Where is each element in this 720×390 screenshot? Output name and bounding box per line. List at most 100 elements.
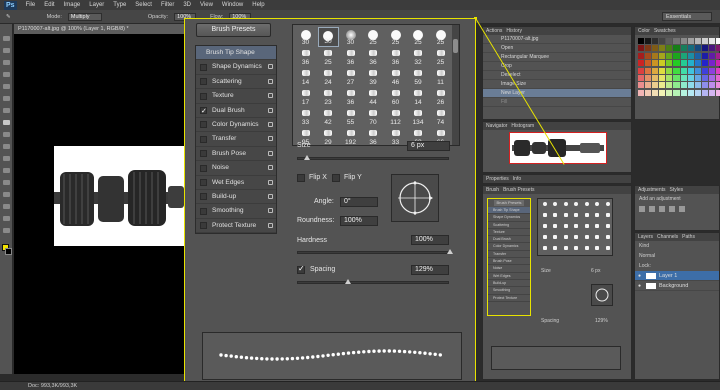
brush-tip[interactable]: 59 (408, 67, 429, 87)
color-swatch[interactable] (638, 89, 645, 96)
brush-tip[interactable]: 14 (295, 67, 316, 87)
brush-tip[interactable]: 33 (385, 127, 406, 145)
color-swatch[interactable] (708, 45, 715, 52)
tab-histogram[interactable]: Histogram (511, 122, 534, 130)
layer-blend-mode[interactable]: Normal (635, 251, 719, 261)
color-swatch[interactable] (701, 38, 708, 44)
mini-brush-tip[interactable] (582, 201, 591, 211)
mini-brush-tip[interactable] (582, 212, 591, 222)
lock-icon[interactable] (268, 121, 273, 127)
color-swatch[interactable] (659, 74, 666, 81)
mini-brush-tip[interactable] (551, 212, 560, 222)
color-swatch[interactable] (701, 60, 708, 67)
brush-tip-grid[interactable]: 30 30 30 25 25 25 25 36 25 36 36 36 32 25 14 24 27 39 46 59… (292, 24, 460, 146)
option-checkbox[interactable] (200, 207, 207, 215)
color-swatch[interactable] (680, 82, 687, 89)
brush-tip[interactable]: 25 (408, 27, 429, 47)
mini-presets-button[interactable]: Brush Presets (494, 200, 524, 206)
color-swatch[interactable] (659, 82, 666, 89)
color-swatch[interactable] (673, 38, 680, 44)
color-swatch[interactable] (652, 60, 659, 67)
color-swatch[interactable] (666, 74, 673, 81)
canvas-area[interactable] (14, 34, 184, 374)
brush-tip[interactable]: 30 (317, 27, 339, 47)
vibrance-icon[interactable] (679, 206, 685, 212)
brush-tip[interactable]: 23 (318, 87, 339, 107)
color-swatch[interactable] (666, 38, 673, 44)
brush-tip[interactable]: 14 (408, 87, 429, 107)
mini-brush-tip[interactable] (572, 234, 581, 244)
spacing-checkbox[interactable] (297, 264, 305, 274)
mini-brush-tip[interactable] (561, 212, 570, 222)
brush-tip[interactable]: 25 (318, 47, 339, 67)
lock-icon[interactable] (268, 222, 273, 228)
tab-history[interactable]: History (506, 27, 522, 35)
brush-tip[interactable]: 42 (318, 107, 339, 127)
curves-icon[interactable] (659, 206, 665, 212)
color-swatch[interactable] (652, 38, 659, 44)
color-swatch[interactable] (694, 82, 701, 89)
brush-tip[interactable]: 192 (340, 127, 361, 145)
option-checkbox[interactable] (200, 222, 207, 230)
mini-brush-tip[interactable] (551, 245, 560, 255)
visibility-icon[interactable]: ● (638, 271, 641, 281)
brush-tip[interactable]: 70 (363, 107, 384, 127)
color-swatch[interactable] (701, 67, 708, 74)
color-swatch[interactable] (701, 45, 708, 52)
color-swatch[interactable] (645, 60, 652, 67)
history-item[interactable]: P1170007-alt.jpg (483, 35, 631, 44)
clone-stamp-tool-icon[interactable] (3, 132, 10, 137)
mini-brush-tip[interactable] (561, 201, 570, 211)
history-item[interactable]: Open (483, 44, 631, 53)
color-swatch[interactable] (694, 89, 701, 96)
mini-tip-grid[interactable] (537, 198, 613, 256)
brush-tip[interactable]: 25 (385, 27, 406, 47)
mini-option-row[interactable]: Build-up (488, 280, 530, 288)
brightness-icon[interactable] (639, 206, 645, 212)
layer-row[interactable]: ● Layer 1 (635, 271, 719, 281)
eyedropper-tool-icon[interactable] (3, 96, 10, 101)
menu-select[interactable]: Select (135, 2, 152, 8)
brush-tip[interactable]: 36 (363, 47, 384, 67)
move-tool-icon[interactable] (3, 36, 10, 41)
lock-icon[interactable] (268, 107, 273, 113)
brush-tip[interactable]: 60 (385, 87, 406, 107)
color-swatch[interactable] (659, 60, 666, 67)
tab-paths[interactable]: Paths (682, 233, 695, 241)
mini-brush-tip[interactable] (551, 223, 560, 233)
document-tab[interactable]: P1170007-alt.jpg @ 100% (Layer 1, RGB/8)… (14, 24, 184, 34)
hardness-slider[interactable] (297, 249, 453, 254)
mini-option-row[interactable]: Wet Edges (488, 273, 530, 280)
color-swatch[interactable] (659, 89, 666, 96)
color-swatch[interactable] (694, 45, 701, 52)
color-swatch[interactable] (701, 89, 708, 96)
color-swatch[interactable] (715, 45, 720, 52)
workspace-switcher[interactable]: Essentials (662, 12, 712, 21)
mini-brush-tip[interactable] (582, 234, 591, 244)
levels-icon[interactable] (649, 206, 655, 212)
option-checkbox[interactable] (200, 164, 207, 172)
color-swatch[interactable] (687, 67, 694, 74)
mini-brush-tip[interactable] (603, 212, 612, 222)
mini-option-row[interactable]: Protect Texture (488, 295, 530, 302)
brush-tip[interactable]: 32 (408, 47, 429, 67)
size-slider-knob[interactable] (304, 155, 311, 160)
option-checkbox[interactable] (200, 121, 207, 129)
brush-tip[interactable]: 39 (363, 67, 384, 87)
color-swatch[interactable] (715, 82, 720, 89)
color-swatch[interactable] (715, 67, 720, 74)
color-swatch[interactable] (659, 67, 666, 74)
color-swatch[interactable] (659, 52, 666, 59)
option-checkbox[interactable] (200, 150, 207, 158)
color-swatch[interactable] (652, 67, 659, 74)
mini-option-row[interactable]: Brush Pose (488, 258, 530, 266)
color-swatch[interactable] (645, 82, 652, 89)
brush-option-scattering[interactable]: Scattering (196, 75, 276, 90)
brush-option-brush-pose[interactable]: Brush Pose (196, 147, 276, 162)
color-swatch[interactable] (708, 38, 715, 44)
brush-tip[interactable]: 36 (340, 87, 361, 107)
lock-icon[interactable] (268, 150, 273, 156)
lasso-tool-icon[interactable] (3, 60, 10, 65)
brush-option-texture[interactable]: Texture (196, 89, 276, 104)
brush-tip[interactable]: 33 (295, 107, 316, 127)
